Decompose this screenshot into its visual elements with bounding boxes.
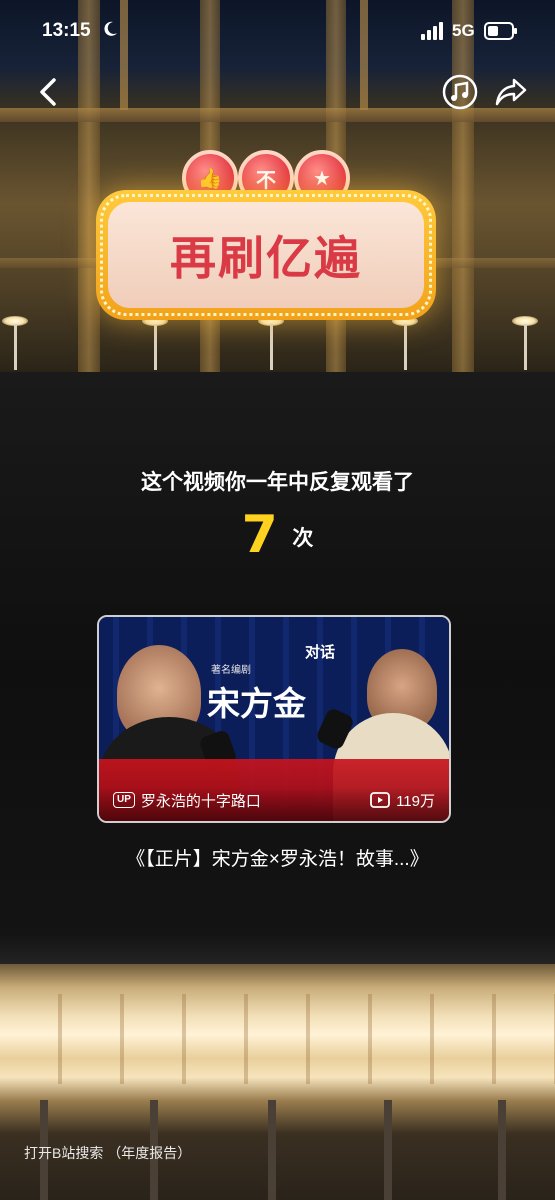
lamp-pole (154, 324, 157, 370)
lamp-pole (14, 324, 17, 370)
up-icon: UP (113, 792, 135, 808)
lamp-pole (404, 324, 407, 370)
moon-icon (104, 21, 117, 36)
facade-light-panels (0, 994, 555, 1084)
video-meta: UP 罗永浩的十字路口 119万 (113, 789, 435, 811)
share-icon[interactable] (494, 76, 528, 108)
network-label: 5G (452, 21, 475, 40)
status-bar: 13:15 5G (0, 0, 555, 60)
panel-rail (0, 935, 555, 965)
video-title[interactable]: 《【正片】宋方金×罗永浩！故事...》 (0, 844, 555, 871)
battery-icon (484, 22, 517, 40)
back-icon[interactable] (34, 74, 64, 110)
marquee-sign: 再刷亿遍 (96, 190, 436, 320)
search-hint: 打开B站搜索 （年度报告） (24, 1145, 192, 1161)
marquee-text: 再刷亿遍 (170, 231, 362, 285)
lamp-pole (524, 324, 527, 370)
door-frame (498, 1100, 506, 1200)
thumbnail-role: 著名编剧 (211, 665, 251, 676)
music-icon[interactable] (442, 74, 478, 110)
lamp-pole (270, 324, 273, 370)
report-headline: 这个视频你一年中反复观看了 (141, 471, 414, 494)
thumbnail-kicker: 对话 (305, 644, 336, 661)
video-card[interactable]: 对话 著名编剧 宋方金 UP 罗永浩的十字路口 119万 (97, 615, 451, 823)
thumbnail-guest-name: 宋方金 (207, 684, 306, 723)
uploader-name: 罗永浩的十字路口 (140, 792, 261, 810)
watch-count-unit: 次 (292, 527, 314, 551)
play-count-icon (370, 792, 390, 808)
status-time: 13:15 (42, 20, 91, 41)
door-frame (268, 1100, 276, 1200)
marquee-panel: 再刷亿遍 (108, 202, 424, 308)
door-frame (384, 1100, 392, 1200)
background-building-bottom (0, 964, 555, 1200)
view-count: 119万 (396, 792, 435, 810)
watch-count: 7 次 (0, 505, 555, 565)
watch-count-value: 7 (241, 505, 278, 565)
facade-beam (0, 108, 555, 122)
signal-icon (421, 22, 443, 40)
